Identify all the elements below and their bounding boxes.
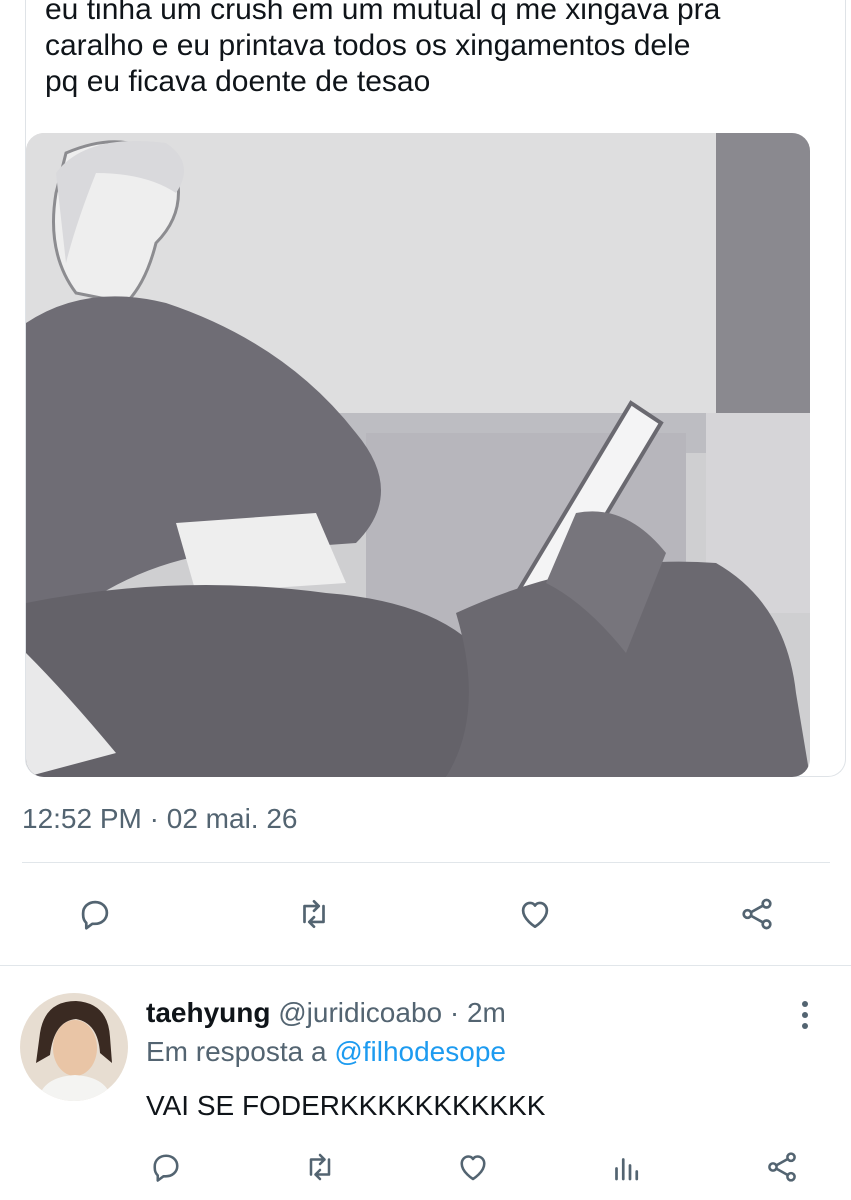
more-vertical-icon [802,1001,808,1029]
replying-to-label: Em resposta a [146,1036,327,1067]
avatar-image [20,993,128,1101]
like-button[interactable] [513,892,557,936]
reply-share-button[interactable] [764,1149,800,1185]
reply-text: VAI SE FODERKKKKKKKKKKK [146,1090,546,1121]
timestamp-separator: · [149,803,159,834]
replying-to: Em resposta a @filhodesope [146,1034,506,1070]
retweet-icon [303,899,325,929]
divider [22,862,830,863]
like-icon [521,901,549,929]
header-separator: · [449,997,460,1028]
user-handle[interactable]: @juridicoabo [278,997,442,1028]
retweet-icon [309,1153,331,1181]
tweet-date: 02 mai. 26 [166,803,298,834]
share-icon [742,898,772,930]
tweet-timestamp[interactable]: 12:52 PM · 02 mai. 26 [22,803,298,835]
retweet-button[interactable] [292,892,336,936]
share-button[interactable] [735,892,779,936]
reply-icon [81,900,109,930]
reply-analytics-button[interactable] [609,1149,645,1185]
display-name[interactable]: taehyung [146,997,270,1028]
tweet-image[interactable] [26,133,810,777]
tweet-illustration [26,133,810,777]
reply-header: taehyung @juridicoabo · 2m [146,995,506,1031]
like-icon [460,1155,486,1181]
quoted-tweet-line: caralho e eu printava todos os xingament… [45,29,691,62]
reply-button[interactable] [73,892,117,936]
quoted-tweet-line: eu tinha um crush em um mutual q me xing… [45,0,721,26]
divider [0,965,851,966]
reply-like-button[interactable] [455,1149,491,1185]
reply-reply-button[interactable] [148,1149,184,1185]
tweet-time: 12:52 PM [22,803,142,834]
avatar[interactable] [20,993,128,1101]
quoted-tweet-line: pq eu ficava doente de tesao [45,65,431,98]
reply-retweet-button[interactable] [302,1149,338,1185]
share-icon [768,1152,796,1182]
more-options-button[interactable] [790,998,820,1032]
time-ago[interactable]: 2m [467,997,506,1028]
reply-icon [153,1154,179,1182]
quoted-tweet-text: eu tinha um crush em um mutual q me xing… [45,0,825,100]
replying-to-handle[interactable]: @filhodesope [334,1036,506,1067]
analytics-icon [615,1158,639,1181]
